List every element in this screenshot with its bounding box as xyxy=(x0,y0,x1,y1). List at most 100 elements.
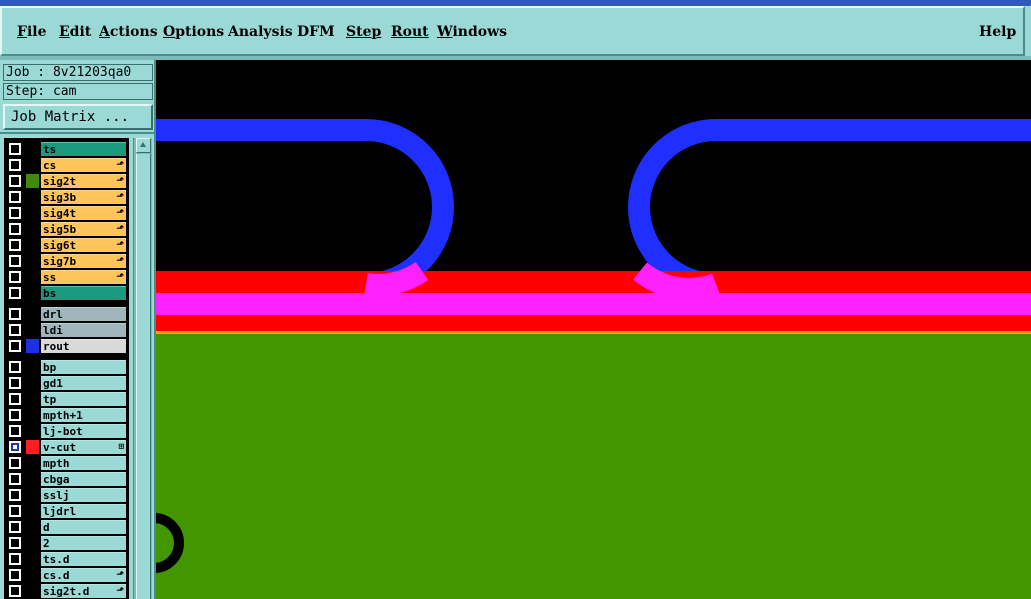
layer-name[interactable]: mpth+1 xyxy=(41,408,126,422)
menu-actions[interactable]: Actions xyxy=(99,24,158,40)
layer-name[interactable]: ss ⬏ xyxy=(41,270,126,284)
layer-name[interactable]: cbga xyxy=(41,472,126,486)
layer-name[interactable]: sig2t ⬏ xyxy=(41,174,126,188)
layer-display-checkbox[interactable] xyxy=(9,585,21,597)
layer-color-swatch[interactable] xyxy=(26,568,39,582)
layer-display-checkbox[interactable] xyxy=(9,457,21,469)
layer-name[interactable]: ts.d xyxy=(41,552,126,566)
layer-name[interactable]: sig3b ⬏ xyxy=(41,190,126,204)
layer-color-swatch[interactable] xyxy=(26,408,39,422)
layer-row-d[interactable]: d xyxy=(4,519,129,535)
layer-display-checkbox[interactable] xyxy=(9,393,21,405)
scroll-up-arrow-icon[interactable] xyxy=(136,138,151,153)
layer-row-ldi[interactable]: ldi xyxy=(4,322,129,338)
layer-display-checkbox[interactable] xyxy=(9,239,21,251)
layer-color-swatch[interactable] xyxy=(26,206,39,220)
layer-color-swatch[interactable] xyxy=(26,504,39,518)
layer-name[interactable]: drl xyxy=(41,307,126,321)
layer-row-sig6t[interactable]: sig6t ⬏ xyxy=(4,237,129,253)
layer-name[interactable]: rout xyxy=(41,339,126,353)
layer-name[interactable]: ldi xyxy=(41,323,126,337)
layer-display-checkbox[interactable] xyxy=(9,143,21,155)
layer-display-checkbox[interactable] xyxy=(9,255,21,267)
layer-display-checkbox[interactable] xyxy=(9,489,21,501)
menu-help[interactable]: Help xyxy=(979,24,1016,40)
layer-color-swatch[interactable] xyxy=(26,270,39,284)
layer-name[interactable]: lj-bot xyxy=(41,424,126,438)
layer-color-swatch[interactable] xyxy=(26,142,39,156)
layer-name[interactable]: ljdrl xyxy=(41,504,126,518)
layer-display-checkbox[interactable] xyxy=(9,521,21,533)
layer-display-checkbox[interactable] xyxy=(9,271,21,283)
layer-row-drl[interactable]: drl xyxy=(4,306,129,322)
graphic-canvas[interactable] xyxy=(156,60,1031,599)
layer-color-swatch[interactable] xyxy=(26,520,39,534)
layer-display-checkbox[interactable] xyxy=(9,191,21,203)
menu-rout[interactable]: Rout xyxy=(391,24,429,40)
layer-name[interactable]: gd1 xyxy=(41,376,126,390)
layer-row-sig3b[interactable]: sig3b ⬏ xyxy=(4,189,129,205)
layer-display-checkbox[interactable] xyxy=(9,425,21,437)
layer-row-gd1[interactable]: gd1 xyxy=(4,375,129,391)
layer-color-swatch[interactable] xyxy=(26,456,39,470)
layer-display-checkbox[interactable] xyxy=(9,377,21,389)
layer-display-checkbox[interactable] xyxy=(9,287,21,299)
menu-windows[interactable]: Windows xyxy=(437,24,507,40)
layer-color-swatch[interactable] xyxy=(26,424,39,438)
layer-row-2[interactable]: 2 xyxy=(4,535,129,551)
layer-name[interactable]: sig5b ⬏ xyxy=(41,222,126,236)
layer-color-swatch[interactable] xyxy=(26,307,39,321)
layer-color-swatch[interactable] xyxy=(26,286,39,300)
layer-color-swatch[interactable] xyxy=(26,472,39,486)
layer-color-swatch[interactable] xyxy=(26,190,39,204)
layer-row-sig2t-d[interactable]: sig2t.d ⬏ xyxy=(4,583,129,599)
layer-color-swatch[interactable] xyxy=(26,238,39,252)
layer-display-checkbox[interactable] xyxy=(9,159,21,171)
layer-row-bp[interactable]: bp xyxy=(4,359,129,375)
layer-display-checkbox[interactable] xyxy=(9,569,21,581)
scrollbar-thumb[interactable] xyxy=(136,154,151,599)
layer-name[interactable]: sig2t.d ⬏ xyxy=(41,584,126,598)
layer-row-sig4t[interactable]: sig4t ⬏ xyxy=(4,205,129,221)
layer-name[interactable]: bs xyxy=(41,286,126,300)
layer-name[interactable]: sslj xyxy=(41,488,126,502)
menu-step[interactable]: Step xyxy=(346,24,381,40)
layer-display-checkbox[interactable] xyxy=(9,537,21,549)
layer-color-swatch[interactable] xyxy=(26,222,39,236)
layer-color-swatch[interactable] xyxy=(26,339,39,353)
layer-color-swatch[interactable] xyxy=(26,158,39,172)
job-matrix-button[interactable]: Job Matrix ... xyxy=(3,104,153,130)
layer-display-checkbox[interactable] xyxy=(9,340,21,352)
layer-row-lj-bot[interactable]: lj-bot xyxy=(4,423,129,439)
layer-color-swatch[interactable] xyxy=(26,584,39,598)
layer-row-sig7b[interactable]: sig7b ⬏ xyxy=(4,253,129,269)
menu-edit[interactable]: Edit xyxy=(59,24,91,40)
layer-name[interactable]: d xyxy=(41,520,126,534)
layer-row-v-cut[interactable]: v-cut ⊞ xyxy=(4,439,129,455)
layer-display-checkbox[interactable] xyxy=(9,175,21,187)
layer-display-checkbox[interactable] xyxy=(9,473,21,485)
menu-analysis[interactable]: Analysis xyxy=(228,24,293,40)
layer-row-ts[interactable]: ts xyxy=(4,141,129,157)
layer-display-checkbox[interactable] xyxy=(9,308,21,320)
layer-name[interactable]: mpth xyxy=(41,456,126,470)
layer-row-sig2t[interactable]: sig2t ⬏ xyxy=(4,173,129,189)
layer-color-swatch[interactable] xyxy=(26,174,39,188)
layer-row-tp[interactable]: tp xyxy=(4,391,129,407)
layer-name[interactable]: cs.d ⬏ xyxy=(41,568,126,582)
layer-name[interactable]: sig6t ⬏ xyxy=(41,238,126,252)
layer-name[interactable]: ts xyxy=(41,142,126,156)
layer-name[interactable]: bp xyxy=(41,360,126,374)
layer-display-checkbox[interactable] xyxy=(9,223,21,235)
layer-color-swatch[interactable] xyxy=(26,552,39,566)
layer-list-scrollbar[interactable] xyxy=(133,138,152,599)
layer-color-swatch[interactable] xyxy=(26,392,39,406)
layer-row-cs-d[interactable]: cs.d ⬏ xyxy=(4,567,129,583)
layer-display-checkbox[interactable] xyxy=(9,441,21,453)
layer-display-checkbox[interactable] xyxy=(9,361,21,373)
layer-color-swatch[interactable] xyxy=(26,254,39,268)
layer-color-swatch[interactable] xyxy=(26,323,39,337)
menu-file[interactable]: File xyxy=(17,24,47,40)
layer-display-checkbox[interactable] xyxy=(9,505,21,517)
layer-row-cs[interactable]: cs ⬏ xyxy=(4,157,129,173)
